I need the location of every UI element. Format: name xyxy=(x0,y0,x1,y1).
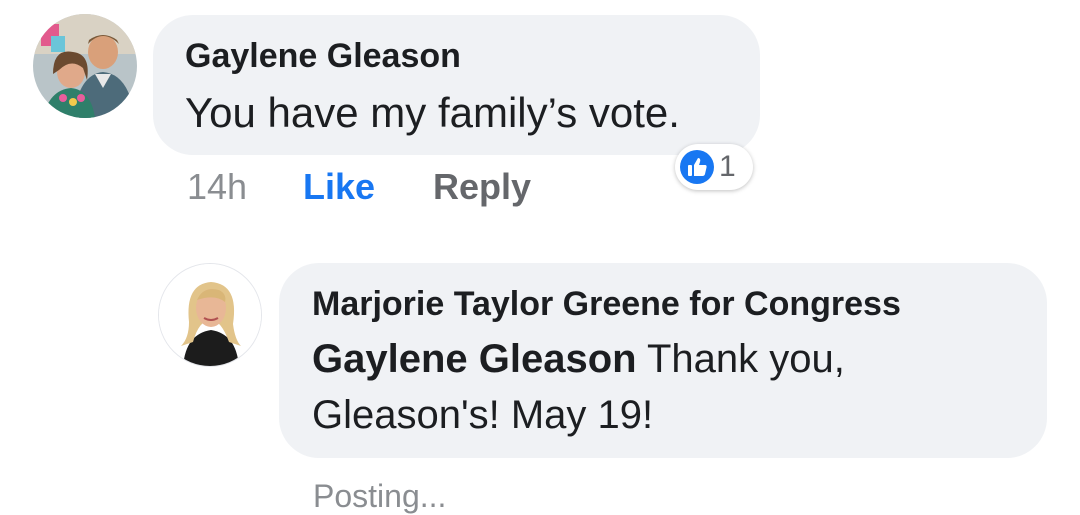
comment-text: You have my family’s vote. xyxy=(185,89,680,136)
reply-text-part: Thank you, xyxy=(636,337,845,381)
reply-mention[interactable]: Gaylene Gleason xyxy=(312,337,637,381)
posting-status: Posting... xyxy=(313,478,447,514)
reaction-summary[interactable]: 1 xyxy=(675,144,753,190)
reply-author[interactable]: Marjorie Taylor Greene for Congress xyxy=(312,285,901,324)
reply-button[interactable]: Reply xyxy=(433,166,531,208)
comment-author[interactable]: Gaylene Gleason xyxy=(185,37,461,76)
like-button[interactable]: Like xyxy=(303,166,375,208)
reply-text-line-1: Gaylene Gleason Thank you, xyxy=(312,337,845,382)
thumbs-up-icon xyxy=(680,150,714,184)
reply-bubble: Marjorie Taylor Greene for Congress Gayl… xyxy=(279,263,1047,458)
comment-timestamp[interactable]: 14h xyxy=(187,166,247,208)
reaction-count: 1 xyxy=(719,150,736,183)
commenter-avatar[interactable] xyxy=(33,14,137,118)
comment-bubble: Gaylene Gleason You have my family’s vot… xyxy=(153,15,760,155)
page-avatar[interactable] xyxy=(158,263,262,367)
reply-text-line-2: Gleason's! May 19! xyxy=(312,393,654,437)
